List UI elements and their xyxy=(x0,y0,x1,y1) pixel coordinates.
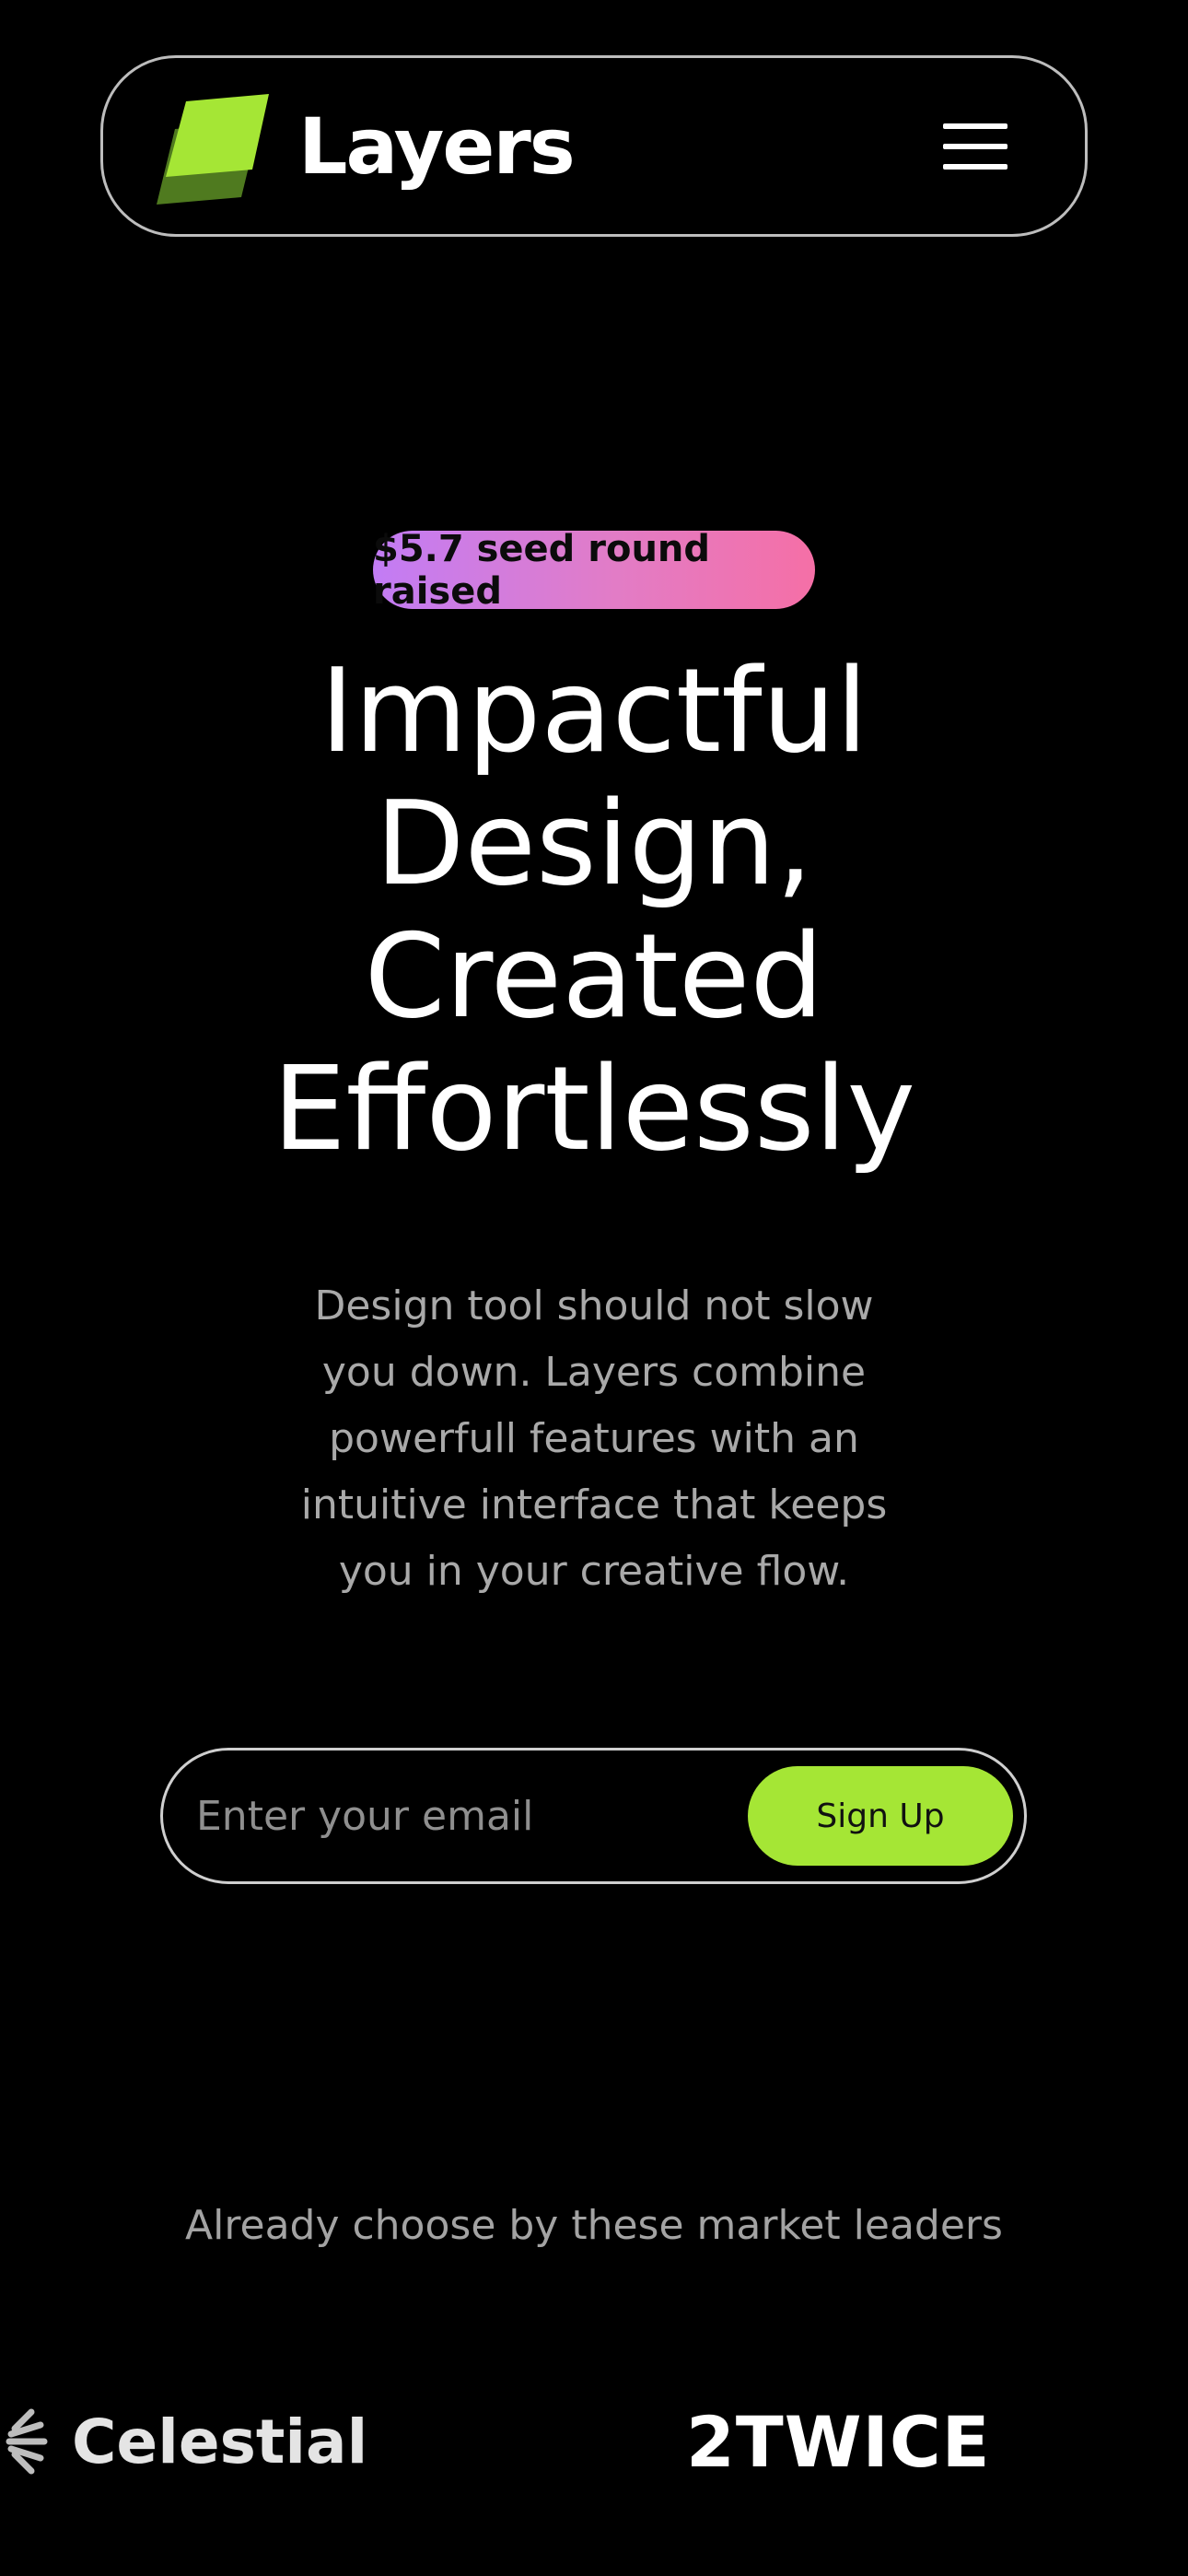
headline-line: Created xyxy=(364,908,824,1044)
hamburger-menu-icon[interactable] xyxy=(943,123,1007,170)
headline-line: Design, xyxy=(375,776,813,911)
description-line: you down. Layers combine xyxy=(321,1349,867,1396)
top-navbar: Layers xyxy=(100,55,1088,237)
landing-page: Layers $5.7 seed round raised Impactful … xyxy=(0,0,1188,2576)
headline-line: Effortlessly xyxy=(272,1041,916,1177)
menu-line xyxy=(943,123,1007,129)
funding-badge: $5.7 seed round raised xyxy=(373,528,815,613)
brand-name[interactable]: Layers xyxy=(298,101,576,192)
description-line: intuitive interface that keeps xyxy=(300,1481,888,1528)
celestial-logo-text: Celestial xyxy=(72,2406,368,2477)
headline-line: Impactful xyxy=(320,643,868,779)
description-line: Design tool should not slow xyxy=(314,1282,874,1329)
market-leaders-caption: Already choose by these market leaders xyxy=(185,2202,1003,2249)
email-input[interactable] xyxy=(196,1770,748,1862)
menu-line xyxy=(943,143,1007,149)
sign-up-button[interactable]: Sign Up xyxy=(748,1766,1013,1866)
celestial-burst-icon xyxy=(6,2408,48,2475)
description-line: powerfull features with an xyxy=(329,1415,859,1462)
hero-description: Design tool should not slow you down. La… xyxy=(295,1273,893,1605)
description-line: you in your creative flow. xyxy=(338,1548,850,1595)
layers-logo-icon[interactable] xyxy=(147,85,271,208)
twice-logo: 2TWICE xyxy=(686,2400,991,2483)
hero-headline: Impactful Design, Created Effortlessly xyxy=(134,645,1054,1176)
celestial-logo: Celestial xyxy=(0,2397,367,2486)
signup-form: Sign Up xyxy=(160,1748,1027,1884)
menu-line xyxy=(943,163,1007,170)
